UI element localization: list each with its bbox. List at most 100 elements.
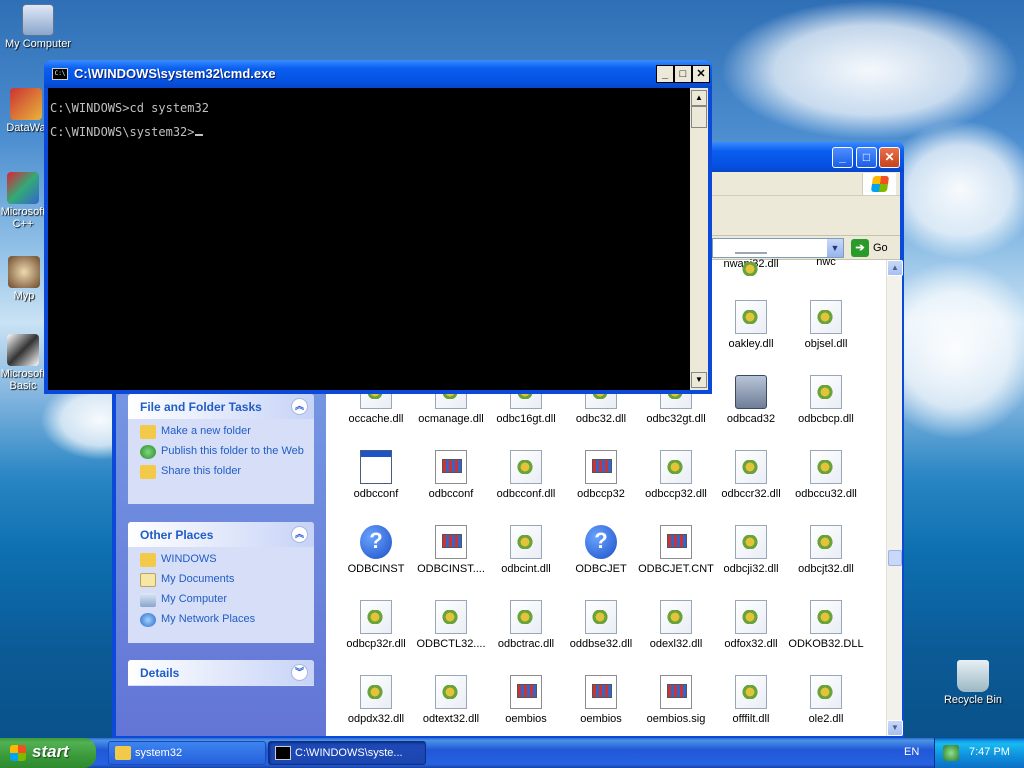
language-indicator[interactable]: EN (904, 746, 919, 758)
file-item-label: ODBCJET.CNT (638, 563, 714, 575)
place-my-network-places[interactable]: My Network Places (140, 613, 314, 627)
file-item[interactable]: ? ODBCJET (563, 525, 639, 575)
file-item[interactable]: odbctrac.dll (488, 600, 564, 650)
dll-file-icon (810, 300, 842, 334)
task-share-folder[interactable]: Share this folder (140, 465, 314, 479)
expand-chevron-icon[interactable]: ︾ (291, 664, 308, 681)
file-item[interactable]: oembios.sig (638, 675, 714, 725)
file-folder-tasks-header[interactable]: File and Folder Tasks ︽ (128, 394, 314, 419)
cmd-window[interactable]: C:\ C:\WINDOWS\system32\cmd.exe _ □ ✕ C:… (44, 60, 712, 394)
file-item[interactable]: oddbse32.dll (563, 600, 639, 650)
cmd-scrollbar[interactable]: ▲ ▼ (690, 88, 708, 390)
file-item[interactable]: odbcbcp.dll (788, 375, 864, 425)
file-item[interactable]: oembios (563, 675, 639, 725)
file-item[interactable]: nwapi32.dll (713, 252, 789, 276)
place-my-documents[interactable]: My Documents (140, 573, 314, 587)
file-item[interactable]: odbccp32 (563, 450, 639, 500)
file-item[interactable]: odbcad32 (713, 375, 789, 425)
taskbar-button-system32[interactable]: system32 (108, 741, 266, 765)
scroll-down-icon[interactable]: ▼ (887, 720, 903, 736)
file-item-label: oakley.dll (728, 338, 774, 350)
taskbar-button-cmd[interactable]: C:\WINDOWS\syste... (268, 741, 426, 765)
file-item-label: odbcconf (353, 488, 399, 500)
file-pane-scrollbar[interactable]: ▲ ▼ (886, 260, 903, 736)
file-item[interactable]: ODBCJET.CNT (638, 525, 714, 575)
file-item[interactable]: odexl32.dll (638, 600, 714, 650)
place-windows[interactable]: WINDOWS (140, 553, 314, 567)
dll-file-icon (810, 600, 842, 634)
file-item[interactable]: odtext32.dll (413, 675, 489, 725)
dll-file-icon (660, 600, 692, 634)
desktop-icon-label: Recycle Bin (943, 694, 1003, 706)
clock[interactable]: 7:47 PM (969, 746, 1010, 758)
file-item[interactable]: ? ODBCINST (338, 525, 414, 575)
file-item[interactable]: oembios (488, 675, 564, 725)
windows-logo-icon (862, 173, 896, 195)
file-item[interactable]: ole2.dll (788, 675, 864, 725)
file-item[interactable]: odbccp32.dll (638, 450, 714, 500)
console-output[interactable]: C:\WINDOWS>cd system32 C:\WINDOWS\system3… (48, 88, 690, 390)
dll-file-icon (585, 600, 617, 634)
collapse-chevron-icon[interactable]: ︽ (291, 398, 308, 415)
visual-basic-shortcut-icon (7, 334, 39, 366)
dll-file-icon (360, 675, 392, 709)
file-item[interactable]: offfilt.dll (713, 675, 789, 725)
my-computer-icon (22, 4, 54, 36)
file-item-label: odexl32.dll (649, 638, 703, 650)
details-header[interactable]: Details ︾ (128, 660, 314, 685)
file-item-label: ole2.dll (808, 713, 844, 725)
file-item[interactable]: odbccu32.dll (788, 450, 864, 500)
file-item[interactable]: odbcconf (338, 450, 414, 500)
task-link-label: Publish this folder to the Web (161, 445, 304, 457)
scroll-down-icon[interactable]: ▼ (691, 372, 707, 388)
task-make-new-folder[interactable]: Make a new folder (140, 425, 314, 439)
file-item[interactable]: odpdx32.dll (338, 675, 414, 725)
dll-file-icon (735, 675, 767, 709)
file-item-label: odbccp32 (577, 488, 625, 500)
desktop-icon-my-computer[interactable]: My Computer (1, 4, 75, 50)
explorer-minimize-button[interactable]: _ (832, 147, 853, 168)
cmd-titlebar[interactable]: C:\ C:\WINDOWS\system32\cmd.exe _ □ ✕ (44, 60, 712, 88)
myp-shortcut-icon (8, 256, 40, 288)
file-item[interactable]: objsel.dll (788, 300, 864, 350)
scroll-thumb[interactable] (888, 550, 902, 566)
file-item[interactable]: ODBCINST.... (413, 525, 489, 575)
other-places-header[interactable]: Other Places ︽ (128, 522, 314, 547)
network-tray-icon[interactable] (943, 745, 959, 761)
place-link-label: WINDOWS (161, 553, 217, 565)
file-item[interactable]: odbcconf.dll (488, 450, 564, 500)
collapse-chevron-icon[interactable]: ︽ (291, 526, 308, 543)
dll-file-icon (735, 525, 767, 559)
cmd-minimize-button[interactable]: _ (656, 65, 674, 83)
help-file-icon: ? (585, 525, 617, 559)
file-item[interactable]: oakley.dll (713, 300, 789, 350)
file-item[interactable]: odbcconf (413, 450, 489, 500)
desktop-icon-recycle-bin[interactable]: Recycle Bin (936, 660, 1010, 706)
help-file-icon: ? (360, 525, 392, 559)
file-item[interactable]: ODKOB32.DLL (788, 600, 864, 650)
windows-flag-icon (10, 745, 26, 761)
document-file-icon (435, 525, 467, 559)
file-item[interactable]: odbcjt32.dll (788, 525, 864, 575)
scroll-thumb[interactable] (691, 106, 707, 128)
file-item[interactable]: odbcp32r.dll (338, 600, 414, 650)
start-button[interactable]: start (0, 738, 96, 768)
cmd-close-button[interactable]: ✕ (692, 65, 710, 83)
task-publish-to-web[interactable]: Publish this folder to the Web (140, 445, 314, 459)
scroll-up-icon[interactable]: ▲ (691, 90, 707, 106)
cmd-maximize-button[interactable]: □ (674, 65, 692, 83)
place-link-label: My Documents (161, 573, 235, 585)
file-item[interactable]: odbccr32.dll (713, 450, 789, 500)
file-item[interactable]: odbcint.dll (488, 525, 564, 575)
file-item[interactable]: odbcji32.dll (713, 525, 789, 575)
explorer-maximize-button[interactable]: □ (856, 147, 877, 168)
file-item[interactable]: nwc (788, 252, 864, 268)
file-item[interactable]: ODBCTL32.... (413, 600, 489, 650)
dll-file-icon (810, 525, 842, 559)
dll-file-icon (735, 300, 767, 334)
file-item[interactable]: odfox32.dll (713, 600, 789, 650)
console-prompt-line: C:\WINDOWS\system32> (50, 120, 690, 144)
scroll-up-icon[interactable]: ▲ (887, 260, 903, 276)
explorer-close-button[interactable]: ✕ (879, 147, 900, 168)
place-my-computer[interactable]: My Computer (140, 593, 314, 607)
